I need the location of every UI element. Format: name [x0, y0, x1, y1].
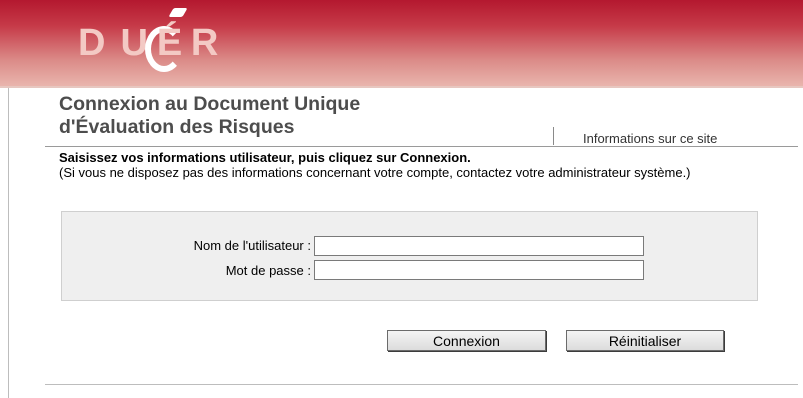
bottom-divider — [45, 384, 798, 385]
connect-button[interactable]: Connexion — [387, 330, 546, 351]
logo-letter-e: É — [156, 22, 184, 64]
logo-accent-icon — [168, 8, 188, 17]
logo-letter-r: R — [190, 22, 220, 64]
top-divider — [45, 146, 798, 147]
page-title-line1: Connexion au Document Unique — [59, 93, 361, 115]
login-form — [61, 211, 758, 301]
logo-letter-d: D — [78, 22, 107, 64]
instructions-main: Saisissez vos informations utilisateur, … — [59, 150, 471, 165]
password-input[interactable] — [314, 260, 644, 280]
duer-logo: D U É R — [78, 8, 220, 76]
reset-button[interactable]: Réinitialiser — [566, 330, 724, 351]
username-input[interactable] — [314, 236, 644, 256]
left-divider — [8, 88, 9, 398]
instructions-note: (Si vous ne disposez pas des information… — [59, 165, 691, 180]
site-info-link[interactable]: Informations sur ce site — [583, 131, 717, 146]
page-title-line2: d'Évaluation des Risques — [59, 116, 295, 138]
logo-e-emblem: É — [144, 8, 189, 76]
info-separator — [553, 127, 554, 145]
login-instructions: Saisissez vos informations utilisateur, … — [59, 150, 779, 180]
header-banner: D U É R — [0, 0, 803, 88]
username-label: Nom de l'utilisateur : — [193, 238, 311, 253]
page-title: Connexion au Document Unique d'Évaluatio… — [59, 93, 360, 139]
password-label: Mot de passe : — [225, 263, 311, 278]
